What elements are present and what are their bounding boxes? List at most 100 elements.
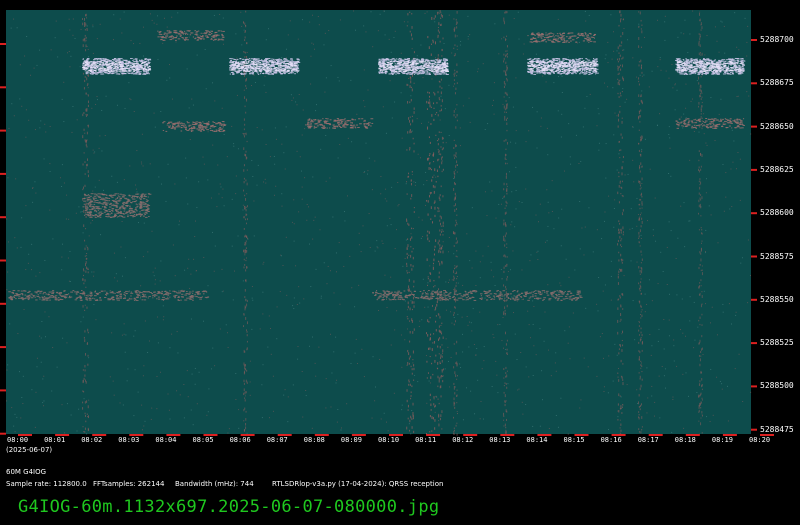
noise-dot <box>372 46 374 48</box>
streak-dot <box>245 84 247 87</box>
noise-dot <box>244 133 246 135</box>
streak-dot <box>698 76 700 80</box>
noise-dot <box>532 425 534 427</box>
noise-dot <box>498 53 500 55</box>
streak-dot <box>698 168 700 171</box>
noise-dot <box>479 277 481 279</box>
streak-dot <box>407 84 409 86</box>
streak-dot <box>437 114 439 117</box>
noise-dot <box>253 200 255 202</box>
noise-dot <box>99 23 101 25</box>
streak-dot <box>439 386 441 389</box>
noise-dot <box>167 393 169 395</box>
noise-dot <box>636 76 638 78</box>
noise-dot <box>536 251 538 253</box>
streak-dot <box>244 296 246 299</box>
streak-dot <box>455 208 457 211</box>
strong-trace-core <box>98 68 101 70</box>
noise-dot <box>261 384 263 386</box>
noise-dot <box>351 141 353 143</box>
streak-dot <box>619 235 621 239</box>
streak-dot <box>438 325 440 328</box>
noise-dot <box>203 163 205 165</box>
noise-dot <box>674 83 676 85</box>
noise-dot <box>113 14 115 16</box>
noise-dot <box>438 420 440 422</box>
streak-dot <box>432 221 434 224</box>
strong-trace <box>265 61 268 63</box>
streak-dot <box>700 22 702 26</box>
streak-dot <box>638 266 640 269</box>
streak-dot <box>438 239 440 243</box>
noise-dot <box>169 347 171 349</box>
streak-dot <box>87 354 89 357</box>
strong-trace <box>240 64 243 66</box>
noise-dot <box>143 425 145 427</box>
noise-dot <box>298 211 300 213</box>
streak-dot <box>638 241 640 244</box>
streak-dot <box>244 105 246 108</box>
streak-dot <box>620 423 622 426</box>
streak-dot <box>701 347 703 350</box>
streak-dot <box>441 344 443 346</box>
strong-trace <box>233 58 235 60</box>
strong-trace <box>415 58 419 60</box>
streak-dot <box>701 313 703 316</box>
noise-dot <box>127 368 129 370</box>
noise-dot <box>604 58 606 60</box>
noise-dot <box>390 51 392 53</box>
noise-dot <box>171 16 173 18</box>
noise-dot <box>393 392 395 394</box>
noise-dot <box>539 203 541 205</box>
noise-dot <box>683 202 685 204</box>
noise-dot <box>714 26 716 28</box>
noise-dot <box>363 69 365 71</box>
streak-dot <box>701 397 703 400</box>
noise-dot <box>238 409 240 411</box>
noise-dot <box>429 382 431 384</box>
streak-dot <box>246 340 248 343</box>
noise-dot <box>189 287 191 289</box>
noise-dot <box>568 326 570 328</box>
noise-dot <box>390 276 392 278</box>
streak-dot <box>506 351 508 355</box>
streak-dot <box>244 207 246 210</box>
strong-trace-core <box>86 64 90 66</box>
noise-dot <box>302 416 304 418</box>
noise-dot <box>740 262 742 264</box>
noise-dot <box>39 272 41 274</box>
noise-dot <box>410 433 412 435</box>
noise-dot <box>314 48 316 50</box>
noise-dot <box>623 275 625 277</box>
streak-dot <box>84 29 86 31</box>
streak-dot <box>455 116 457 119</box>
noise-dot <box>372 356 374 358</box>
noise-dot <box>627 39 629 41</box>
noise-dot <box>208 122 210 124</box>
streak-dot <box>640 187 642 189</box>
streak-dot <box>455 352 457 355</box>
streak-dot <box>504 255 506 258</box>
streak-dot <box>244 36 246 39</box>
streak-dot <box>410 98 412 102</box>
noise-dot <box>285 126 287 128</box>
strong-trace <box>273 60 276 62</box>
streak-dot <box>441 136 443 140</box>
streak-dot <box>641 314 643 318</box>
streak-dot <box>456 394 458 397</box>
noise-dot <box>287 396 289 398</box>
streak-dot <box>641 150 643 153</box>
strong-trace-core <box>291 63 293 65</box>
strong-trace-core <box>82 64 84 66</box>
noise-dot <box>616 354 618 356</box>
streak-dot <box>455 282 457 284</box>
noise-dot <box>670 175 672 177</box>
streak-dot <box>455 242 457 244</box>
noise-dot <box>414 374 416 376</box>
streak-dot <box>701 229 703 231</box>
noise-dot <box>614 112 616 114</box>
strong-trace-core <box>90 66 94 68</box>
noise-dot <box>525 141 527 143</box>
strong-trace <box>434 73 437 75</box>
noise-dot <box>333 351 335 353</box>
